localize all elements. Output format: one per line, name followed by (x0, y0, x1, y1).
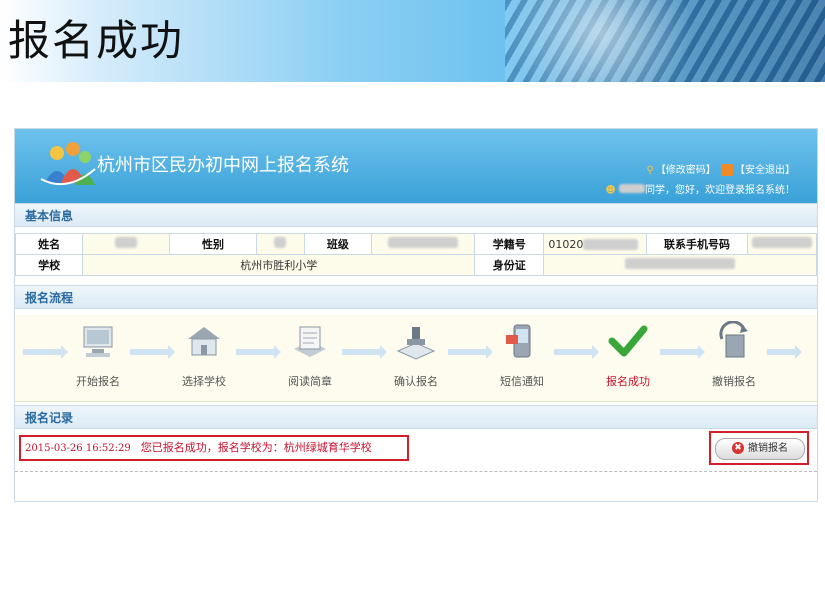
cancel-button-label: 撤销报名 (748, 443, 788, 454)
user-greeting: 同学，您好，欢迎登录报名系统！ (645, 185, 795, 196)
step-cancel: 撤销报名 (699, 320, 769, 389)
step-confirm: 确认报名 (381, 321, 451, 389)
flow-steps: 开始报名 选择学校 阅读简章 确认报名 短信通知 报名成功 撤销报名 (15, 315, 817, 402)
students-logo-icon (40, 142, 96, 186)
name-label: 姓名 (14, 233, 84, 255)
step-label: 确认报名 (394, 375, 438, 388)
arrow-icon (660, 345, 705, 359)
app-title: 杭州市区民办初中网上报名系统 (97, 155, 349, 176)
change-password-link[interactable]: 【修改密码】 (656, 165, 716, 176)
school-icon (188, 327, 220, 356)
step-label: 撤销报名 (712, 375, 756, 388)
user-icon: ☻ (605, 185, 616, 196)
record-message: 您已报名成功，报名学校为：杭州绿城育华学校 (140, 441, 372, 454)
app-window: 杭州市区民办初中网上报名系统 ⚲ 【修改密码】 【安全退出】 ☻ 同学，您好，欢迎… (14, 128, 818, 502)
step-label: 选择学校 (182, 375, 226, 388)
arrow-icon (23, 345, 68, 359)
record-entry: 2015-03-26 16:52:29 您已报名成功，报名学校为：杭州绿城育华学校 (19, 435, 409, 461)
user-name-redacted (619, 184, 645, 193)
step-start: 开始报名 (63, 321, 133, 389)
section-basic-info: 基本信息 (15, 203, 817, 227)
arrow-icon (130, 345, 175, 359)
close-icon: ✖ (732, 442, 744, 454)
arrow-icon (342, 345, 387, 359)
stamp-icon (396, 327, 436, 360)
phone-value (747, 233, 817, 255)
user-greeting-line: ☻ 同学，您好，欢迎登录报名系统！ (605, 181, 795, 196)
step-label: 阅读简章 (288, 375, 332, 388)
app-header: 杭州市区民办初中网上报名系统 ⚲ 【修改密码】 【安全退出】 ☻ 同学，您好，欢迎… (15, 129, 817, 203)
basic-info-table: 姓名 性别 班级 学籍号 01020 联系手机号码 学校 杭州市胜利小学 身份证 (14, 233, 817, 276)
step-label: 报名成功 (606, 375, 650, 388)
step-label: 短信通知 (500, 375, 544, 388)
slide-title: 报名成功 (8, 16, 185, 65)
gender-label: 性别 (169, 233, 257, 255)
checkmark-icon (608, 325, 648, 357)
phone-label: 联系手机号码 (645, 233, 749, 255)
step-label: 开始报名 (76, 375, 120, 388)
record-timestamp: 2015-03-26 16:52:29 (25, 443, 131, 454)
id-card-value (543, 254, 817, 276)
name-value (82, 233, 171, 255)
arrow-icon (236, 345, 281, 359)
record-row: 2015-03-26 16:52:29 您已报名成功，报名学校为：杭州绿城育华学校… (15, 431, 817, 472)
class-label: 班级 (303, 233, 373, 255)
student-id-label: 学籍号 (474, 233, 545, 255)
arrow-icon (448, 345, 493, 359)
school-label: 学校 (14, 254, 84, 276)
arrow-icon (554, 345, 599, 359)
arrow-icon (767, 345, 802, 359)
step-read-brochure: 阅读简章 (275, 321, 345, 389)
step-sms: 短信通知 (487, 321, 557, 389)
section-flow: 报名流程 (15, 285, 817, 309)
school-value: 杭州市胜利小学 (82, 254, 476, 276)
logout-link[interactable]: 【安全退出】 (735, 165, 795, 176)
step-success: 报名成功 (593, 321, 663, 389)
section-records: 报名记录 (15, 405, 817, 429)
cancel-highlight: ✖ 撤销报名 (709, 431, 809, 465)
class-value (371, 233, 476, 255)
banner-decoration (505, 0, 825, 82)
recycle-icon (719, 320, 748, 358)
step-select-school: 选择学校 (169, 321, 239, 389)
computer-icon (83, 326, 113, 357)
document-icon (294, 326, 326, 357)
slide-banner: 报名成功 (0, 0, 825, 82)
key-icon: ⚲ (646, 165, 654, 176)
lock-icon (721, 164, 733, 176)
gender-value (255, 233, 305, 255)
id-card-label: 身份证 (474, 254, 545, 276)
student-id-value: 01020 (543, 233, 647, 255)
cancel-registration-button[interactable]: ✖ 撤销报名 (715, 438, 805, 460)
top-links: ⚲ 【修改密码】 【安全退出】 (644, 161, 795, 176)
phone-icon (506, 324, 531, 358)
